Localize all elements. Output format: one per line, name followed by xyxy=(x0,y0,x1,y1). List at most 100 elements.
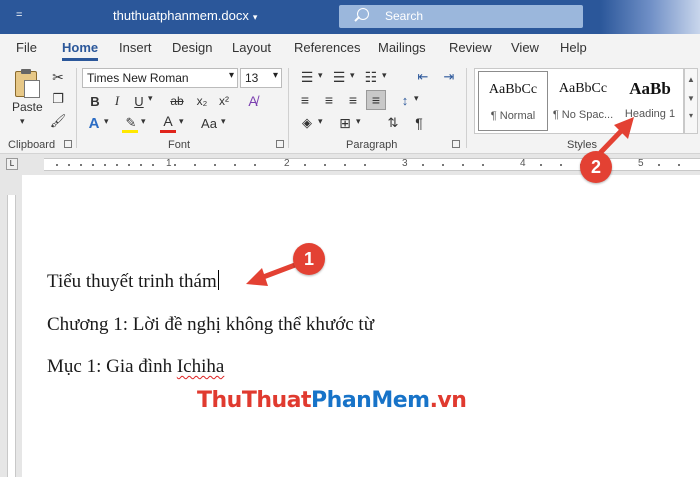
font-name-value: Times New Roman xyxy=(87,71,189,85)
paste-icon[interactable] xyxy=(15,69,40,98)
chevron-down-icon: ▾ xyxy=(272,70,278,81)
paragraph-launcher-icon[interactable] xyxy=(452,140,460,148)
multilevel-list-icon[interactable]: ☷ xyxy=(362,68,380,86)
tab-help[interactable]: Help xyxy=(560,40,587,55)
document-line-section[interactable]: Mục 1: Gia đình Ichiha xyxy=(47,356,224,378)
subscript-button[interactable]: x₂ xyxy=(194,92,210,110)
increase-indent-icon[interactable]: ⇥ xyxy=(440,68,458,86)
tab-selector-icon[interactable]: L xyxy=(6,158,18,170)
chevron-down-icon[interactable]: ▾ xyxy=(350,70,355,81)
chevron-down-icon[interactable]: ▾ xyxy=(148,93,153,104)
tab-references[interactable]: References xyxy=(294,40,360,55)
ruler-number: 2 xyxy=(284,158,290,169)
shading-icon[interactable]: ◈ xyxy=(298,114,316,132)
search-box[interactable]: Search xyxy=(339,5,583,28)
style-name: Heading 1 xyxy=(624,108,676,120)
borders-icon[interactable]: ⊞ xyxy=(336,114,354,132)
document-line-title[interactable]: Tiểu thuyết trinh thám xyxy=(47,270,219,293)
chevron-down-icon[interactable]: ▾ xyxy=(141,116,146,127)
ruler-tick xyxy=(254,164,256,166)
document-title[interactable]: thuthuatphanmem.docx ▾ xyxy=(113,8,257,23)
styles-group-label: Styles xyxy=(567,139,597,151)
tab-file[interactable]: File xyxy=(16,40,37,55)
chevron-up-icon[interactable]: ▲ xyxy=(685,75,697,84)
chevron-down-icon[interactable]: ▾ xyxy=(382,70,387,81)
font-name-select[interactable]: Times New Roman ▾ xyxy=(82,68,238,88)
bullets-icon[interactable]: ☰ xyxy=(298,68,316,86)
watermark-part: .vn xyxy=(429,388,467,413)
font-launcher-icon[interactable] xyxy=(276,140,284,148)
paste-label[interactable]: Paste xyxy=(12,100,43,114)
chevron-down-icon[interactable]: ▾ xyxy=(221,116,226,127)
chevron-down-icon: ▾ xyxy=(228,70,234,81)
font-size-value: 13 xyxy=(245,71,259,85)
document-line-chapter[interactable]: Chương 1: Lời đề nghị không thể khước từ xyxy=(47,314,374,336)
chevron-down-icon[interactable]: ▼ xyxy=(685,94,697,103)
align-right-icon[interactable]: ≡ xyxy=(344,91,362,109)
ruler-tick xyxy=(140,164,142,166)
ruler-tick xyxy=(92,164,94,166)
style-no-spacing[interactable]: AaBbCc ¶ No Spac... xyxy=(548,71,618,131)
font-group-label: Font xyxy=(168,139,191,151)
font-size-select[interactable]: 13 ▾ xyxy=(240,68,282,88)
document-page[interactable]: Tiểu thuyết trinh thám Chương 1: Lời đề … xyxy=(22,175,700,477)
format-painter-icon[interactable]: 🖌 xyxy=(50,112,67,130)
tab-design[interactable]: Design xyxy=(172,40,212,55)
callout-badge-2: 2 xyxy=(580,151,612,183)
vertical-ruler[interactable] xyxy=(0,175,22,477)
search-icon xyxy=(357,8,369,20)
ruler-tick xyxy=(128,164,130,166)
strikethrough-button[interactable]: ab xyxy=(168,92,186,110)
text-effects-button[interactable]: A xyxy=(86,114,102,132)
styles-gallery: AaBbCc ¶ Normal AaBbCc ¶ No Spac... AaBb… xyxy=(474,68,684,134)
document-line-text: Mục 1: Gia đình xyxy=(47,356,177,377)
superscript-button[interactable]: x² xyxy=(216,92,232,110)
style-heading-1[interactable]: AaBb Heading 1 xyxy=(615,71,685,131)
chevron-down-icon[interactable]: ▾ xyxy=(318,116,323,127)
chevron-down-icon[interactable]: ▾ xyxy=(318,70,323,81)
chevron-down-icon[interactable]: ▾ xyxy=(104,116,109,127)
chevron-down-icon[interactable]: ▾ xyxy=(356,116,361,127)
justify-icon[interactable]: ≡ xyxy=(366,90,386,110)
style-sample: AaBbCc xyxy=(558,81,608,96)
ribbon: Paste ▾ ✂ ❐ 🖌 Clipboard Times New Roman … xyxy=(0,62,700,154)
misspelled-word[interactable]: Ichiha xyxy=(177,356,224,377)
align-center-icon[interactable]: ≡ xyxy=(320,91,338,109)
chevron-down-icon[interactable]: ▾ xyxy=(414,93,419,104)
align-left-icon[interactable]: ≡ xyxy=(296,91,314,109)
style-normal[interactable]: AaBbCc ¶ Normal xyxy=(478,71,548,131)
show-formatting-marks-icon[interactable]: ¶ xyxy=(410,114,428,132)
numbering-icon[interactable]: ☰ xyxy=(330,68,348,86)
tab-review[interactable]: Review xyxy=(449,40,492,55)
copy-icon[interactable]: ❐ xyxy=(50,90,66,108)
title-bar-decoration xyxy=(600,0,700,34)
more-styles-icon[interactable]: ▾ xyxy=(685,111,697,120)
italic-button[interactable]: I xyxy=(110,92,124,110)
paragraph-group-label: Paragraph xyxy=(346,139,398,151)
tab-mailings[interactable]: Mailings xyxy=(378,40,426,55)
chevron-down-icon: ▾ xyxy=(252,12,258,22)
tab-view[interactable]: View xyxy=(511,40,539,55)
clipboard-group-label: Clipboard xyxy=(8,139,56,151)
cut-icon[interactable]: ✂ xyxy=(50,68,66,86)
clear-formatting-icon[interactable]: A̸ xyxy=(244,92,262,110)
change-case-button[interactable]: Aa xyxy=(198,114,220,132)
tab-layout[interactable]: Layout xyxy=(232,40,271,55)
document-line-text: Tiểu thuyết trinh thám xyxy=(47,271,217,292)
underline-button[interactable]: U xyxy=(132,92,146,110)
decrease-indent-icon[interactable]: ⇤ xyxy=(414,68,432,86)
font-color-button[interactable]: A xyxy=(160,112,176,130)
line-spacing-icon[interactable]: ↕ xyxy=(396,91,414,109)
chevron-down-icon[interactable]: ▾ xyxy=(179,116,184,127)
ruler-tick xyxy=(462,164,464,166)
tab-home[interactable]: Home xyxy=(62,40,99,61)
chevron-down-icon[interactable]: ▾ xyxy=(20,116,25,127)
sort-icon[interactable]: ⇅ xyxy=(384,114,402,132)
tab-insert[interactable]: Insert xyxy=(119,40,152,55)
bold-button[interactable]: B xyxy=(88,92,102,110)
quick-access-menu-icon[interactable]: = xyxy=(16,9,22,21)
styles-gallery-scroll[interactable]: ▲ ▼ ▾ xyxy=(684,68,698,134)
ruler-tick xyxy=(560,164,562,166)
clipboard-launcher-icon[interactable] xyxy=(64,140,72,148)
style-sample: AaBbCc xyxy=(488,82,538,97)
